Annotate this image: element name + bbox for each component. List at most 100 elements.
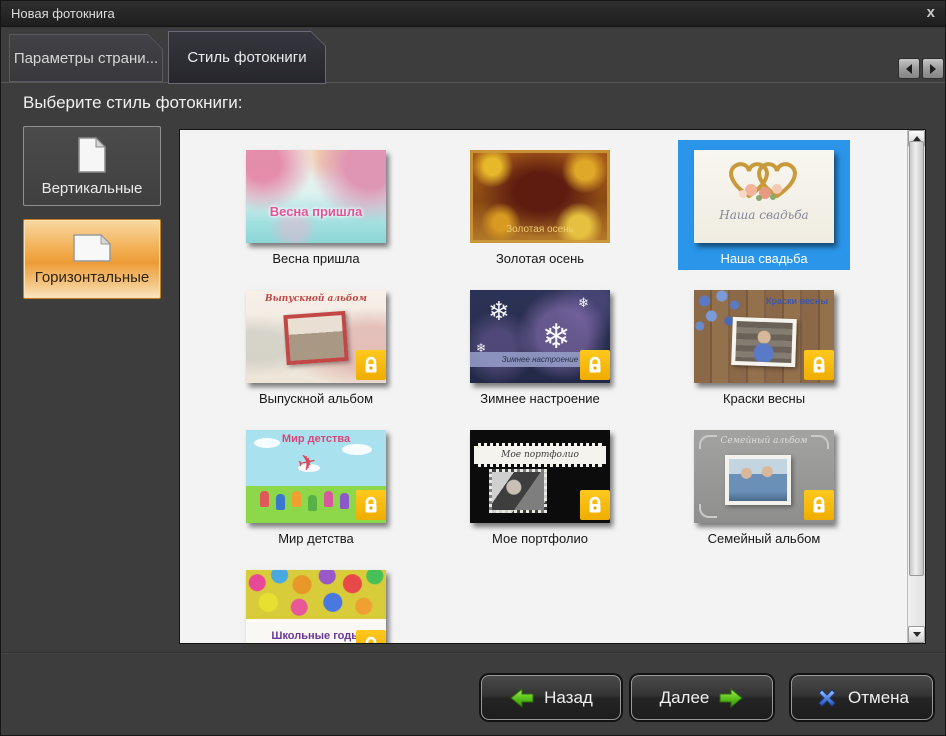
close-icon[interactable]: x — [927, 4, 935, 22]
style-item-semeynyy-albom[interactable]: Семейный альбом Семейный альбом — [678, 420, 850, 550]
snowflake-icon: ❄ — [542, 320, 571, 354]
snowflake-icon: ❄ — [578, 296, 589, 309]
style-item-mir-detstva[interactable]: Мир детства ✈ Мир детства — [230, 420, 402, 550]
style-thumbnail: Выпускной альбом — [246, 290, 386, 383]
lock-icon — [804, 350, 834, 380]
wedding-hearts-graphic — [721, 156, 807, 202]
footer-divider — [1, 652, 945, 654]
style-list-panel: Весна пришла Весна пришла Золотая осень … — [179, 129, 926, 644]
style-label: Зимнее настроение — [480, 391, 600, 406]
lock-icon — [356, 630, 386, 643]
lock-icon — [804, 490, 834, 520]
style-item-vypusknoy-albom[interactable]: Выпускной альбом Выпускной альбом — [230, 280, 402, 410]
style-label: Мир детства — [278, 531, 354, 546]
style-label: Наша свадьба — [720, 251, 807, 266]
page-title: Выберите стиль фотокниги: — [23, 93, 242, 113]
lock-icon — [580, 490, 610, 520]
style-label: Выпускной альбом — [259, 391, 373, 406]
thumbnail-caption: Золотая осень — [470, 224, 610, 235]
style-thumbnail: Краски весны — [694, 290, 834, 383]
orientation-label: Вертикальные — [42, 180, 143, 197]
new-photobook-dialog: Новая фотокнига x Параметры страни... Ст… — [0, 0, 946, 736]
style-label: Мое портфолио — [492, 531, 588, 546]
green-right-arrow-icon — [718, 687, 744, 709]
cancel-button[interactable]: Отмена — [791, 675, 933, 720]
tab-book-style[interactable]: Стиль фотокниги — [168, 31, 326, 84]
thumbnail-caption: Зимнее настроение — [502, 355, 578, 364]
back-button[interactable]: Назад — [481, 675, 621, 720]
thumbnail-photo — [489, 469, 547, 513]
lock-icon — [356, 350, 386, 380]
thumbnail-caption: Весна пришла — [246, 204, 386, 219]
thumbnail-caption: Мое портфолио — [501, 450, 579, 460]
cloud-graphic — [342, 444, 372, 455]
corner-ornament — [699, 504, 717, 518]
style-thumbnail: Весна пришла — [246, 150, 386, 243]
style-thumbnail: Мир детства ✈ — [246, 430, 386, 523]
back-button-label: Назад — [544, 688, 593, 708]
style-item-zolotaya-osen[interactable]: Золотая осень Золотая осень — [454, 140, 626, 270]
thumbnail-caption: Семейный альбом — [694, 436, 834, 446]
tab-scroll-right-button[interactable] — [922, 58, 944, 79]
style-label: Краски весны — [723, 391, 805, 406]
vertical-scrollbar[interactable] — [907, 130, 925, 643]
film-strip-graphic: Мое портфолио — [474, 443, 606, 467]
child-figure — [340, 493, 349, 509]
style-label: Золотая осень — [496, 251, 584, 266]
lock-icon — [580, 350, 610, 380]
cancel-button-label: Отмена — [848, 688, 909, 708]
tab-strip-divider — [1, 82, 945, 83]
style-item-vesna-prishla[interactable]: Весна пришла Весна пришла — [230, 140, 402, 270]
green-left-arrow-icon — [509, 687, 535, 709]
style-label: Весна пришла — [272, 251, 359, 266]
left-arrow-icon — [906, 64, 912, 74]
child-figure — [260, 491, 269, 507]
style-item-zimnee-nastroenie[interactable]: ❄ ❄ ❄ ❄ Зимнее настроение Зимнее настрое… — [454, 280, 626, 410]
thumbnail-caption: Наша свадьба — [694, 208, 834, 222]
right-arrow-icon — [930, 64, 936, 74]
orientation-horizontal-button[interactable]: Горизонтальные — [23, 219, 161, 299]
scroll-down-button[interactable] — [908, 626, 925, 643]
thumbnail-photo — [725, 455, 791, 505]
tab-label: Стиль фотокниги — [169, 32, 325, 83]
down-arrow-icon — [913, 632, 921, 637]
snowflake-icon: ❄ — [488, 298, 510, 324]
thumbnail-caption: Мир детства — [246, 433, 386, 445]
style-grid: Весна пришла Весна пришла Золотая осень … — [180, 130, 850, 643]
portrait-page-icon — [77, 136, 107, 174]
style-label: Семейный альбом — [708, 531, 821, 546]
scrollbar-thumb[interactable] — [909, 141, 924, 576]
flower-field-graphic — [246, 570, 386, 622]
child-figure — [292, 491, 301, 507]
style-item-moe-portfolio[interactable]: Мое портфолио Мое портфолио — [454, 420, 626, 550]
thumbnail-caption: Выпускной альбом — [246, 294, 386, 304]
style-thumbnail: Семейный альбом — [694, 430, 834, 523]
style-grid-viewport: Весна пришла Весна пришла Золотая осень … — [180, 130, 907, 643]
airplane-icon: ✈ — [296, 450, 319, 475]
landscape-page-icon — [72, 233, 112, 263]
thumbnail-photo — [283, 311, 348, 365]
child-figure — [276, 494, 285, 510]
thumbnail-caption: Краски весны — [766, 296, 828, 306]
tab-scroll-left-button[interactable] — [898, 58, 920, 79]
title-bar: Новая фотокнига x — [1, 1, 945, 27]
tab-label: Параметры страни... — [10, 35, 162, 81]
style-thumbnail: Золотая осень — [470, 150, 610, 243]
window-title: Новая фотокнига — [11, 6, 115, 21]
style-item-shkolnye-gody[interactable]: Школьные годы Школьные годы — [230, 560, 402, 643]
style-item-nasha-svadba[interactable]: Наша свадьба Наша свадьба — [678, 140, 850, 270]
child-figure — [308, 495, 317, 511]
orientation-label: Горизонтальные — [35, 269, 150, 286]
style-thumbnail: ❄ ❄ ❄ ❄ Зимнее настроение — [470, 290, 610, 383]
next-button-label: Далее — [660, 688, 710, 708]
style-thumbnail: Наша свадьба — [694, 150, 834, 243]
orientation-vertical-button[interactable]: Вертикальные — [23, 126, 161, 206]
style-thumbnail: Школьные годы — [246, 570, 386, 643]
tab-page-parameters[interactable]: Параметры страни... — [9, 34, 163, 82]
style-thumbnail: Мое портфолио — [470, 430, 610, 523]
style-item-kraski-vesny[interactable]: Краски весны Краски весны — [678, 280, 850, 410]
lock-icon — [356, 490, 386, 520]
next-button[interactable]: Далее — [631, 675, 773, 720]
child-figure — [324, 491, 333, 507]
thumbnail-photo — [731, 317, 797, 367]
